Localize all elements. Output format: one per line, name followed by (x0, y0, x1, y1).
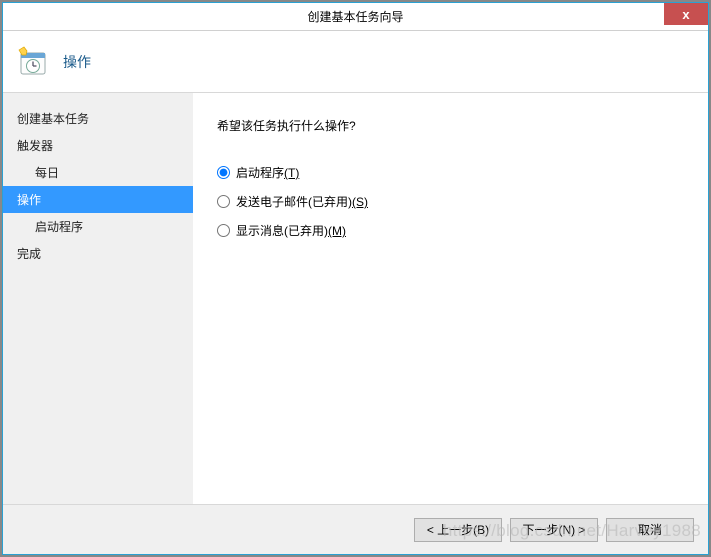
wizard-footer: < 上一步(B) 下一步(N) > 取消 (3, 504, 708, 554)
sidebar-item-action[interactable]: 操作 (3, 186, 193, 213)
radio-send-email[interactable]: 发送电子邮件(已弃用)(S) (217, 193, 692, 210)
radio-send-email-input[interactable] (217, 195, 230, 208)
radio-show-message-input[interactable] (217, 224, 230, 237)
radio-show-message[interactable]: 显示消息(已弃用)(M) (217, 222, 692, 239)
wizard-header: 操作 (3, 31, 708, 93)
wizard-window: 创建基本任务向导 x 操作 创建基本任务 触发器 每日 操作 启动程序 完成 (2, 2, 709, 555)
titlebar: 创建基本任务向导 x (3, 3, 708, 31)
cancel-button[interactable]: 取消 (606, 518, 694, 542)
sidebar-item-finish[interactable]: 完成 (3, 240, 193, 267)
back-button[interactable]: < 上一步(B) (414, 518, 502, 542)
radio-label: 显示消息(已弃用)(M) (236, 222, 346, 239)
sidebar-item-trigger[interactable]: 触发器 (3, 132, 193, 159)
wizard-body: 创建基本任务 触发器 每日 操作 启动程序 完成 希望该任务执行什么操作? 启动… (3, 93, 708, 504)
radio-label: 发送电子邮件(已弃用)(S) (236, 193, 368, 210)
window-title: 创建基本任务向导 (307, 8, 403, 25)
close-button[interactable]: x (664, 3, 708, 25)
page-title: 操作 (63, 52, 91, 72)
wizard-content: 希望该任务执行什么操作? 启动程序(T) 发送电子邮件(已弃用)(S) 显示消息… (193, 93, 708, 504)
radio-start-program[interactable]: 启动程序(T) (217, 164, 692, 181)
wizard-sidebar: 创建基本任务 触发器 每日 操作 启动程序 完成 (3, 93, 193, 504)
sidebar-item-create-task[interactable]: 创建基本任务 (3, 105, 193, 132)
sidebar-item-start-program[interactable]: 启动程序 (3, 213, 193, 240)
task-scheduler-icon (17, 46, 49, 78)
next-button[interactable]: 下一步(N) > (510, 518, 598, 542)
action-radio-group: 启动程序(T) 发送电子邮件(已弃用)(S) 显示消息(已弃用)(M) (217, 164, 692, 239)
radio-start-program-input[interactable] (217, 166, 230, 179)
radio-label: 启动程序(T) (236, 164, 299, 181)
prompt-text: 希望该任务执行什么操作? (217, 117, 692, 134)
sidebar-item-daily[interactable]: 每日 (3, 159, 193, 186)
close-icon: x (682, 7, 689, 22)
